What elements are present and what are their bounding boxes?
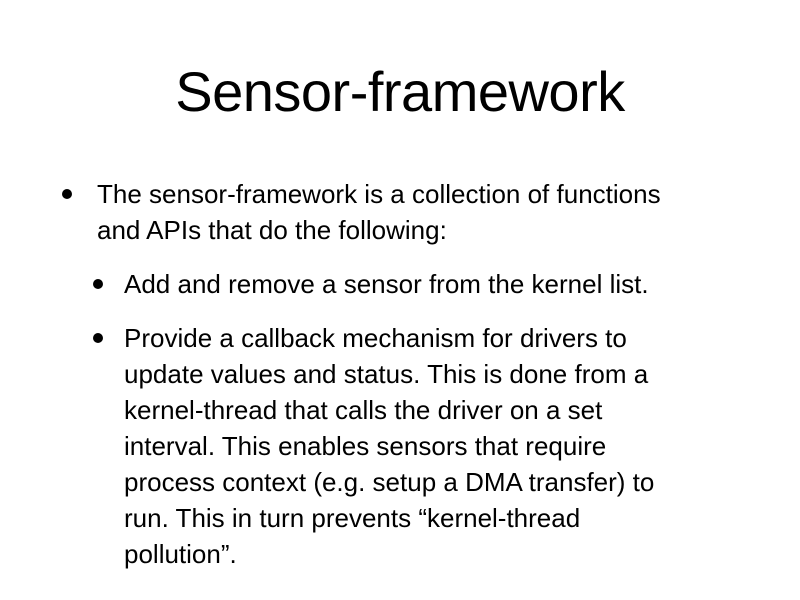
sub-bullet-item: Provide a callback mechanism for drivers… <box>93 320 764 572</box>
bullet-dot-icon <box>93 333 103 343</box>
bullet-list: The sensor-framework is a collection of … <box>0 0 800 600</box>
sub-bullet-text: Provide a callback mechanism for drivers… <box>124 323 655 569</box>
bullet-text: The sensor-framework is a collection of … <box>97 179 661 245</box>
bullet-item: The sensor-framework is a collection of … <box>62 176 757 248</box>
slide: Sensor-framework The sensor-framework is… <box>0 0 800 600</box>
sub-bullet-text: Add and remove a sensor from the kernel … <box>124 269 649 299</box>
bullet-dot-icon <box>62 189 72 199</box>
sub-bullet-item: Add and remove a sensor from the kernel … <box>93 266 764 302</box>
bullet-dot-icon <box>93 279 103 289</box>
